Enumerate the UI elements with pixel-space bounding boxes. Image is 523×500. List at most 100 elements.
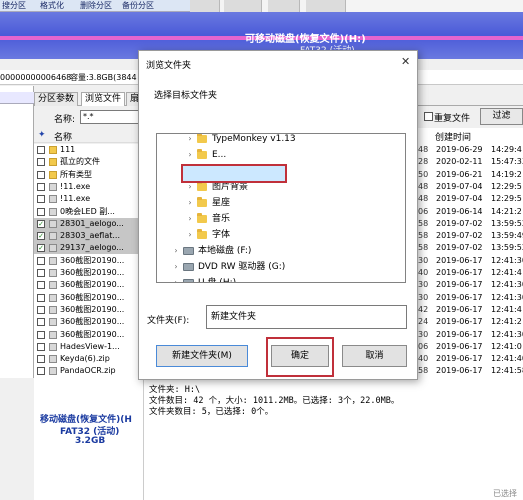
file-list-item[interactable]: PandaOCR.zip bbox=[34, 365, 140, 377]
chevron-right-icon[interactable]: › bbox=[185, 228, 195, 242]
file-list-item-details[interactable]: 42 2019-06-17 12:41:4 bbox=[418, 304, 523, 316]
cell-partial: 06 bbox=[418, 206, 429, 216]
file-checkbox[interactable] bbox=[37, 269, 45, 277]
file-list-item-details[interactable]: 40 2019-06-17 12:41:40 bbox=[418, 353, 523, 365]
file-list-item-details[interactable]: 58 2019-07-02 13:59:49 bbox=[418, 230, 523, 242]
file-checkbox[interactable] bbox=[37, 207, 45, 216]
file-list-item-details[interactable]: 24 2019-06-17 12:41:2 bbox=[418, 316, 523, 328]
file-checkbox[interactable] bbox=[37, 195, 45, 204]
file-list-item[interactable]: 360截图20190... bbox=[34, 255, 140, 267]
dialog-title: 浏览文件夹 bbox=[146, 61, 192, 71]
file-icon bbox=[49, 195, 57, 204]
file-list-item-details[interactable]: 48 2019-06-29 14:29:4 bbox=[418, 144, 523, 156]
file-checkbox[interactable] bbox=[37, 146, 45, 154]
file-list-item[interactable]: ✓ 28303_aeflat... bbox=[34, 230, 140, 243]
file-list-item[interactable]: !11.exe bbox=[34, 193, 140, 205]
file-list-item-details[interactable]: 30 2019-06-17 12:41:30 bbox=[418, 329, 523, 341]
file-checkbox[interactable] bbox=[37, 281, 45, 290]
file-list-item-details[interactable]: 50 2019-06-21 14:19:2 bbox=[418, 169, 523, 181]
file-checkbox[interactable] bbox=[37, 355, 45, 364]
tree-folder-item[interactable]: › E... bbox=[157, 148, 397, 162]
file-checkbox[interactable] bbox=[37, 367, 45, 376]
file-list-item-details[interactable]: 58 2019-07-02 13:59:52 bbox=[418, 218, 523, 230]
file-list-item-details[interactable]: 48 2019-07-04 12:29:5 bbox=[418, 181, 523, 193]
file-list-item-details[interactable]: 48 2019-07-04 12:29:5 bbox=[418, 193, 523, 205]
file-list-item[interactable]: 360截图20190... bbox=[34, 304, 140, 316]
file-checkbox[interactable] bbox=[37, 305, 45, 314]
cell-partial: 24 bbox=[418, 317, 429, 327]
new-folder-button[interactable]: 新建文件夹(M) bbox=[156, 345, 248, 367]
tab-browse-files[interactable]: 浏览文件 bbox=[81, 92, 126, 106]
file-list-item[interactable]: Keyda(6).zip bbox=[34, 353, 140, 365]
file-list-item[interactable]: 所有类型 bbox=[34, 169, 140, 181]
tree-drive-item[interactable]: › 本地磁盘 (F:) bbox=[157, 244, 397, 258]
file-checkbox[interactable] bbox=[37, 158, 45, 167]
file-checkbox[interactable]: ✓ bbox=[37, 244, 45, 253]
file-checkbox[interactable]: ✓ bbox=[37, 232, 45, 241]
file-list-item-details[interactable]: 58 2019-07-02 13:59:52 bbox=[418, 242, 523, 254]
tab-partition-params[interactable]: 分区参数 bbox=[34, 92, 79, 106]
file-checkbox[interactable] bbox=[37, 330, 45, 339]
file-list-item[interactable]: ✓ 29137_aelogo... bbox=[34, 242, 140, 255]
file-checkbox[interactable] bbox=[37, 318, 45, 327]
folder-name-input[interactable]: 新建文件夹 bbox=[206, 305, 407, 329]
sector-count: 00000000006468 bbox=[0, 73, 72, 82]
toolbar-format-button[interactable]: 格式化 bbox=[40, 0, 64, 12]
folder-tree[interactable]: ▲ ▼ ›TypeMonkey v1.13›E...›恢复文件夹›图片背景›星座… bbox=[156, 133, 406, 283]
file-list-item[interactable]: 360截图20190... bbox=[34, 267, 140, 279]
chevron-right-icon[interactable]: › bbox=[185, 134, 195, 146]
chevron-right-icon[interactable]: › bbox=[171, 244, 181, 258]
file-checkbox[interactable] bbox=[37, 256, 45, 265]
file-list-item-details[interactable]: 30 2019-06-17 12:41:30 bbox=[418, 255, 523, 267]
file-checkbox[interactable] bbox=[37, 182, 45, 191]
file-list-item-details[interactable]: 58 2019-06-17 12:41:58 bbox=[418, 365, 523, 377]
cell-partial: 58 bbox=[418, 243, 429, 253]
sort-up-icon[interactable]: ✦ bbox=[38, 130, 46, 140]
tree-folder-item[interactable]: › 字体 bbox=[157, 228, 397, 242]
file-list-item-details[interactable]: 28 2020-02-11 15:47:33 bbox=[418, 156, 523, 168]
chevron-right-icon[interactable]: › bbox=[171, 276, 181, 282]
file-checkbox[interactable] bbox=[37, 342, 45, 351]
tree-drive-item[interactable]: › DVD RW 驱动器 (G:) bbox=[157, 260, 397, 274]
file-list-item[interactable]: ✓ 28301_aelogo... bbox=[34, 217, 140, 230]
tree-drive-item[interactable]: › U 盘 (H:) bbox=[157, 276, 397, 282]
column-header-created-time[interactable]: 创建时间 bbox=[435, 130, 471, 143]
ok-button[interactable]: 确定 bbox=[271, 345, 329, 367]
chevron-right-icon[interactable]: › bbox=[185, 212, 195, 226]
file-list-item-details[interactable]: 06 2019-06-17 12:41:0 bbox=[418, 341, 523, 353]
partition-tree-panel[interactable] bbox=[0, 86, 34, 378]
file-checkbox[interactable] bbox=[37, 170, 45, 179]
file-list-item[interactable]: 孤立的文件 bbox=[34, 156, 140, 168]
tree-folder-item[interactable]: › 星座 bbox=[157, 196, 397, 210]
toolbar-delete-partition-button[interactable]: 删除分区 bbox=[80, 0, 112, 12]
toolbar-backup-partition-button[interactable]: 备份分区 bbox=[122, 0, 154, 12]
cancel-button[interactable]: 取消 bbox=[342, 345, 407, 367]
chevron-right-icon[interactable]: › bbox=[185, 148, 195, 162]
file-list-item-details[interactable]: 30 2019-06-17 12:41:30 bbox=[418, 292, 523, 304]
cell-partial: 40 bbox=[418, 354, 429, 364]
chevron-right-icon[interactable]: › bbox=[185, 196, 195, 210]
column-header-name[interactable]: 名称 bbox=[54, 130, 72, 143]
chevron-right-icon[interactable]: › bbox=[171, 260, 181, 274]
file-icon bbox=[49, 330, 57, 339]
file-list-item[interactable]: 360截图20190... bbox=[34, 279, 140, 291]
file-checkbox[interactable]: ✓ bbox=[37, 219, 45, 228]
close-icon[interactable]: ✕ bbox=[401, 55, 410, 68]
file-checkbox[interactable] bbox=[37, 293, 45, 302]
file-list-item-details[interactable]: 06 2019-06-14 14:21:2 bbox=[418, 206, 523, 218]
file-list-item-details[interactable]: 40 2019-06-17 12:41:4 bbox=[418, 267, 523, 279]
file-list-item[interactable]: 0晚会LED 副... bbox=[34, 206, 140, 218]
tree-folder-item[interactable]: › TypeMonkey v1.13 bbox=[157, 134, 397, 146]
file-list-item-details[interactable]: 30 2019-06-17 12:41:30 bbox=[418, 279, 523, 291]
duplicate-files-checkbox[interactable] bbox=[424, 112, 433, 121]
tree-folder-item[interactable]: › 音乐 bbox=[157, 212, 397, 226]
toolbar-search-partition-button[interactable]: 搜分区 bbox=[2, 0, 26, 12]
file-list-item[interactable]: HadesView-1... bbox=[34, 341, 140, 353]
file-list-item[interactable]: 360截图20190... bbox=[34, 329, 140, 341]
file-list-item[interactable]: 360截图20190... bbox=[34, 292, 140, 304]
file-list-item[interactable]: !11.exe bbox=[34, 181, 140, 193]
file-list-item[interactable]: 360截图20190... bbox=[34, 316, 140, 328]
filter-button[interactable]: 过滤 bbox=[480, 108, 523, 125]
file-list-item[interactable]: 111 bbox=[34, 144, 140, 156]
name-filter-input[interactable]: *.* bbox=[80, 110, 140, 124]
